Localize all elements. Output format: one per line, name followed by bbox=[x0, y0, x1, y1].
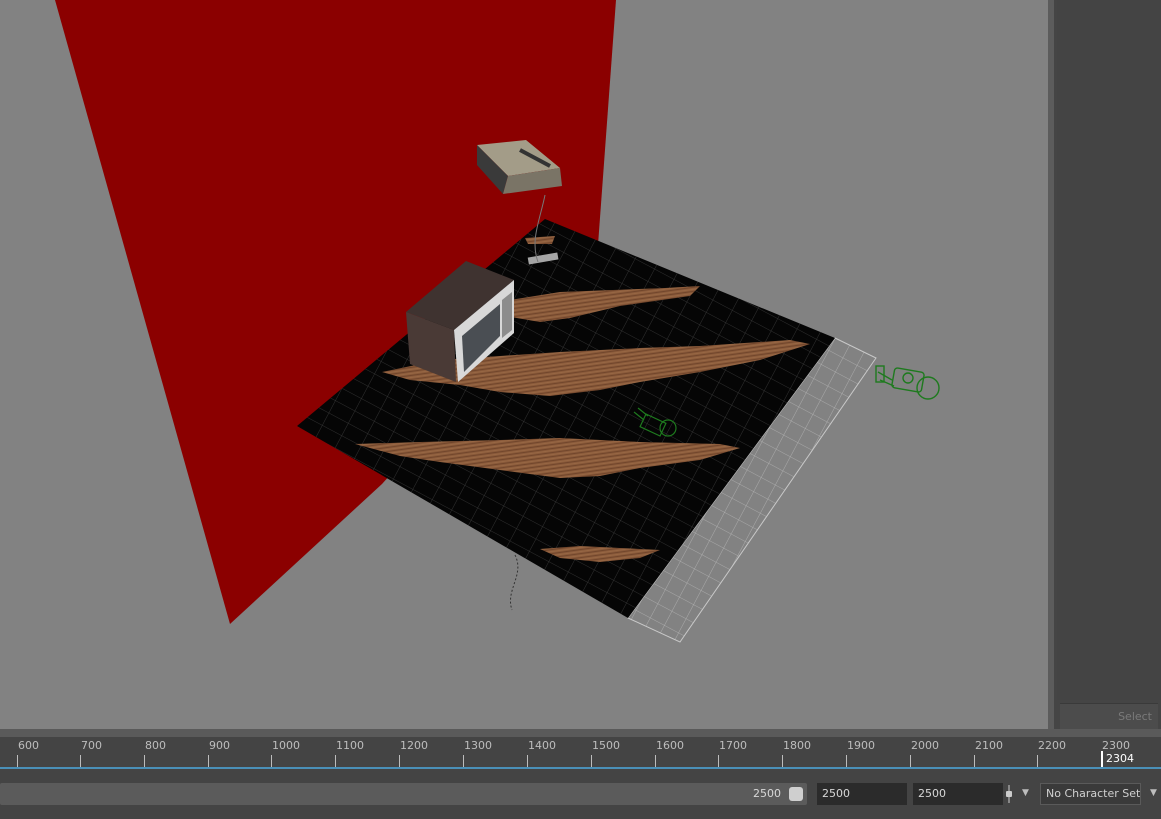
tick-mark bbox=[17, 755, 18, 767]
range-slider-handle[interactable] bbox=[789, 787, 803, 801]
tick-label: 1200 bbox=[400, 739, 428, 752]
tick-mark bbox=[144, 755, 145, 767]
tick-label: 1000 bbox=[272, 739, 300, 752]
tick-mark bbox=[846, 755, 847, 767]
tick-mark bbox=[974, 755, 975, 767]
tick-label: 1600 bbox=[656, 739, 684, 752]
key-toggle-dot bbox=[1006, 791, 1012, 797]
side-panel: Select bbox=[1054, 0, 1161, 731]
tick-label: 1100 bbox=[336, 739, 364, 752]
tick-label: 1800 bbox=[783, 739, 811, 752]
tick-mark bbox=[527, 755, 528, 767]
tick-mark bbox=[655, 755, 656, 767]
3d-viewport[interactable] bbox=[0, 0, 1048, 729]
tick-mark bbox=[399, 755, 400, 767]
tick-label: 1700 bbox=[719, 739, 747, 752]
animation-start-field[interactable]: 2500 bbox=[817, 783, 907, 805]
range-slider-bar: 2500 2500 2500 ▼ No Character Set ▼ bbox=[0, 771, 1161, 819]
panel-divider[interactable] bbox=[0, 729, 1161, 737]
scene-render bbox=[55, 0, 940, 643]
tick-mark bbox=[718, 755, 719, 767]
time-slider[interactable]: 600 700 800 900 1000 1100 1200 1300 1400… bbox=[0, 737, 1161, 771]
range-slider[interactable]: 2500 bbox=[0, 783, 807, 805]
tick-mark bbox=[910, 755, 911, 767]
tick-mark bbox=[782, 755, 783, 767]
chevron-down-icon[interactable]: ▼ bbox=[1150, 788, 1157, 798]
tick-label: 1300 bbox=[464, 739, 492, 752]
animation-end-field[interactable]: 2500 bbox=[913, 783, 1003, 805]
camera-far[interactable] bbox=[875, 365, 940, 400]
current-frame-indicator[interactable]: 2304 bbox=[1101, 751, 1161, 767]
tick-label: 2000 bbox=[911, 739, 939, 752]
timeline-baseline bbox=[0, 767, 1161, 769]
tick-label: 2100 bbox=[975, 739, 1003, 752]
tick-label: 800 bbox=[145, 739, 166, 752]
side-panel-content bbox=[1057, 0, 1161, 700]
tick-mark bbox=[80, 755, 81, 767]
tick-label: 900 bbox=[209, 739, 230, 752]
key-toggle-icon[interactable] bbox=[1006, 785, 1012, 803]
tick-label: 2200 bbox=[1038, 739, 1066, 752]
tick-mark bbox=[208, 755, 209, 767]
tick-mark bbox=[463, 755, 464, 767]
tick-label: 700 bbox=[81, 739, 102, 752]
dangling-cable bbox=[510, 554, 519, 611]
tick-label: 1900 bbox=[847, 739, 875, 752]
tick-label: 600 bbox=[18, 739, 39, 752]
select-button[interactable]: Select bbox=[1060, 703, 1158, 729]
character-set-dropdown[interactable]: No Character Set bbox=[1040, 783, 1141, 805]
tick-label: 1400 bbox=[528, 739, 556, 752]
chevron-down-icon[interactable]: ▼ bbox=[1022, 788, 1029, 798]
range-slider-value: 2500 bbox=[753, 787, 781, 800]
tick-mark bbox=[591, 755, 592, 767]
tick-mark bbox=[1037, 755, 1038, 767]
tick-mark bbox=[335, 755, 336, 767]
tick-mark bbox=[271, 755, 272, 767]
tick-label: 1500 bbox=[592, 739, 620, 752]
